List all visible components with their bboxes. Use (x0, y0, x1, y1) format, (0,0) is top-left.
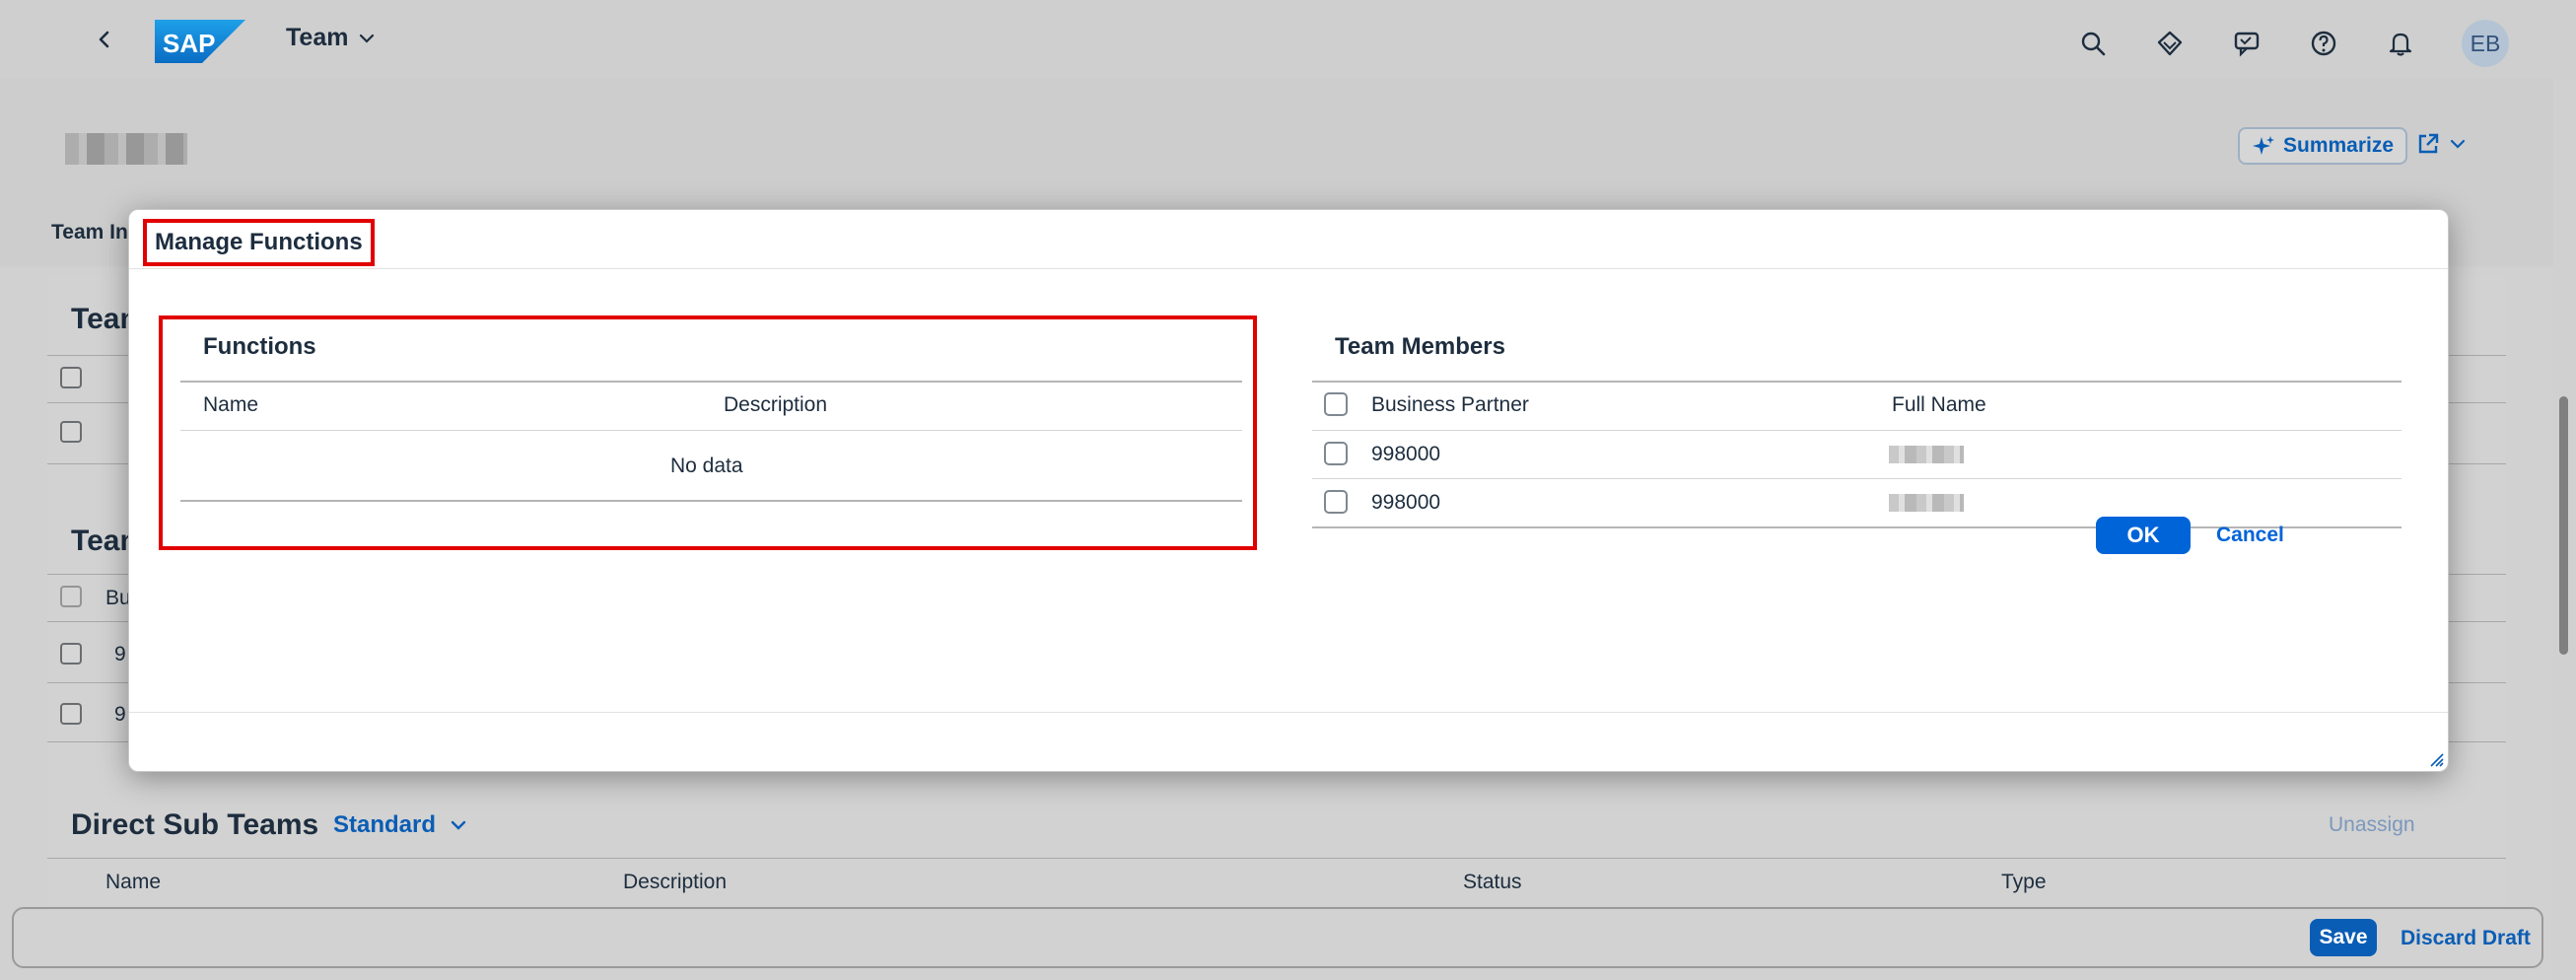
divider (180, 500, 1242, 502)
column-type: Type (2001, 871, 2047, 893)
chat-icon[interactable] (2231, 28, 2263, 59)
team-members-title: Team Members (1335, 333, 1505, 360)
variant-selector[interactable]: Standard (333, 811, 467, 839)
divider (1312, 478, 2402, 479)
svg-text:SAP: SAP (163, 29, 215, 58)
app-title: Team (286, 24, 349, 51)
functions-title: Functions (203, 333, 316, 360)
business-partner-cell: 998000 (1371, 491, 1441, 514)
divider (180, 381, 1242, 383)
shell-bar: SAP Team EB (0, 0, 2576, 79)
summarize-button[interactable]: Summarize (2238, 127, 2408, 165)
business-partner-cell: 998000 (1371, 443, 1441, 465)
share-icon (2418, 133, 2439, 154)
row-checkbox[interactable] (1324, 442, 1348, 465)
unassign-button[interactable]: Unassign (2329, 813, 2415, 837)
sap-logo[interactable]: SAP (155, 20, 245, 63)
select-all-checkbox[interactable] (60, 586, 82, 607)
column-name: Name (203, 393, 259, 416)
page-scrollbar[interactable] (2553, 79, 2576, 980)
functions-panel-highlight (159, 315, 1257, 550)
column-name: Name (105, 871, 162, 893)
bell-icon[interactable] (2385, 28, 2416, 59)
row-checkbox[interactable] (60, 643, 82, 665)
column-business-partner: Business Partner (1371, 393, 1529, 416)
dialog-title: Manage Functions (143, 219, 375, 266)
full-name-cell-blurred (1889, 494, 1964, 512)
row-checkbox[interactable] (1324, 490, 1348, 514)
row-checkbox[interactable] (60, 703, 82, 725)
column-full-name: Full Name (1892, 393, 1986, 416)
select-all-checkbox[interactable] (1324, 392, 1348, 416)
row-value: 9 (114, 703, 126, 726)
divider (1312, 381, 2402, 383)
dialog-footer (129, 712, 2448, 771)
column-description: Description (623, 871, 728, 893)
sub-teams-title: Direct Sub Teams (71, 808, 319, 841)
search-icon[interactable] (2077, 28, 2109, 59)
tab-team-info[interactable]: Team In (51, 221, 128, 245)
divider (180, 430, 1242, 431)
avatar[interactable]: EB (2462, 20, 2509, 67)
app-title-menu[interactable]: Team (286, 24, 376, 52)
blurred-object-title (65, 133, 187, 165)
diamond-icon[interactable] (2154, 28, 2186, 59)
column-status: Status (1463, 871, 1522, 893)
column-header: Bu (105, 587, 131, 609)
shell-actions: EB (2077, 20, 2509, 67)
resize-handle-icon[interactable] (2428, 751, 2444, 767)
help-icon[interactable] (2308, 28, 2339, 59)
chevron-down-icon (2450, 139, 2466, 149)
column-description: Description (724, 393, 828, 416)
cancel-button[interactable]: Cancel (2216, 524, 2284, 547)
discard-draft-button[interactable]: Discard Draft (2401, 927, 2531, 950)
row-value: 9 (114, 643, 126, 665)
row-checkbox[interactable] (60, 367, 82, 388)
back-icon[interactable] (91, 24, 118, 55)
row-checkbox[interactable] (60, 421, 82, 443)
divider (1312, 430, 2402, 431)
share-menu[interactable] (2415, 131, 2467, 157)
full-name-cell-blurred (1889, 446, 1964, 463)
dialog-header: Manage Functions (129, 210, 2448, 269)
save-button[interactable]: Save (2310, 919, 2377, 956)
manage-functions-dialog: Manage Functions Functions Name Descript… (128, 209, 2449, 772)
chevron-down-icon (451, 820, 466, 830)
scrollbar-thumb[interactable] (2559, 396, 2568, 655)
sparkle-icon (2253, 136, 2274, 155)
ok-button[interactable]: OK (2096, 517, 2191, 554)
empty-state-text: No data (670, 455, 743, 477)
divider (47, 858, 2506, 859)
chevron-down-icon (360, 34, 375, 43)
footer-toolbar (12, 907, 2543, 968)
